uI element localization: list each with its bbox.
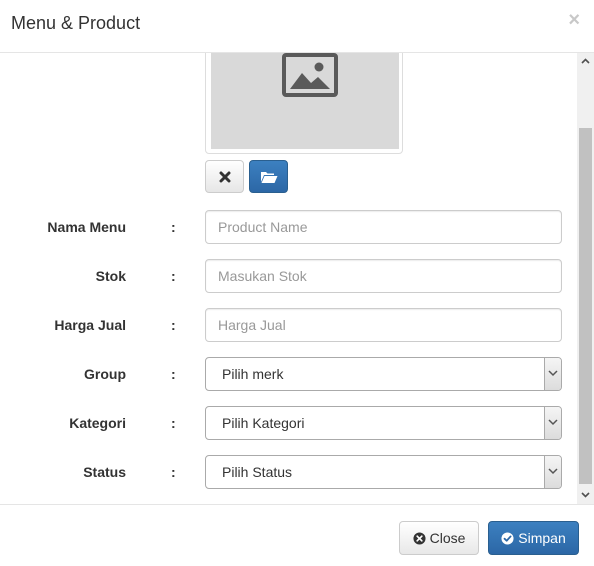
status-select[interactable]: Pilih Status — [205, 455, 562, 489]
save-button[interactable]: Simpan — [488, 521, 579, 555]
times-circle-icon — [413, 532, 426, 545]
image-placeholder — [211, 53, 399, 149]
close-button-label: Close — [429, 530, 466, 546]
scroll-up-button[interactable] — [577, 53, 594, 70]
group-select[interactable]: Pilih merk — [205, 357, 562, 391]
chevron-down-icon — [548, 468, 558, 475]
modal-footer: Close Simpan — [0, 504, 594, 566]
modal-title: Menu & Product — [11, 13, 141, 33]
colon: : — [171, 317, 176, 333]
stok-input[interactable] — [205, 259, 562, 293]
vertical-scrollbar[interactable] — [577, 53, 594, 504]
colon: : — [171, 268, 176, 284]
chevron-down-icon — [548, 370, 558, 377]
folder-open-icon — [260, 171, 277, 183]
image-preview-frame — [205, 53, 403, 154]
group-select-value: Pilih merk — [222, 366, 284, 382]
select-arrow[interactable] — [544, 456, 561, 488]
select-arrow[interactable] — [544, 407, 561, 439]
chevron-down-icon — [548, 419, 558, 426]
close-button[interactable]: Close — [399, 521, 479, 555]
nama-menu-input[interactable] — [205, 210, 562, 244]
browse-image-button[interactable] — [249, 160, 288, 193]
harga-jual-input[interactable] — [205, 308, 562, 342]
chevron-up-icon — [581, 58, 590, 64]
modal-body: Nama Menu : Stok : Harga Jual : Group : … — [0, 53, 594, 504]
select-arrow[interactable] — [544, 358, 561, 390]
label-harga-jual: Harga Jual — [54, 317, 126, 333]
image-placeholder-icon — [282, 53, 338, 97]
label-nama-menu: Nama Menu — [47, 219, 126, 235]
remove-image-button[interactable] — [205, 160, 244, 193]
colon: : — [171, 464, 176, 480]
label-group: Group — [84, 366, 126, 382]
colon: : — [171, 366, 176, 382]
label-stok: Stok — [95, 268, 126, 284]
chevron-down-icon — [581, 492, 590, 498]
colon: : — [171, 219, 176, 235]
status-select-value: Pilih Status — [222, 464, 293, 480]
label-kategori: Kategori — [69, 415, 126, 431]
scroll-down-button[interactable] — [577, 487, 594, 504]
modal-header: Menu & Product × — [0, 0, 594, 53]
close-icon[interactable]: × — [568, 10, 580, 30]
check-circle-icon — [501, 532, 514, 545]
save-button-label: Simpan — [518, 530, 566, 546]
label-status: Status — [83, 464, 126, 480]
scrollbar-thumb[interactable] — [579, 128, 592, 484]
colon: : — [171, 415, 176, 431]
kategori-select[interactable]: Pilih Kategori — [205, 406, 562, 440]
kategori-select-value: Pilih Kategori — [222, 415, 305, 431]
times-icon — [219, 171, 230, 182]
